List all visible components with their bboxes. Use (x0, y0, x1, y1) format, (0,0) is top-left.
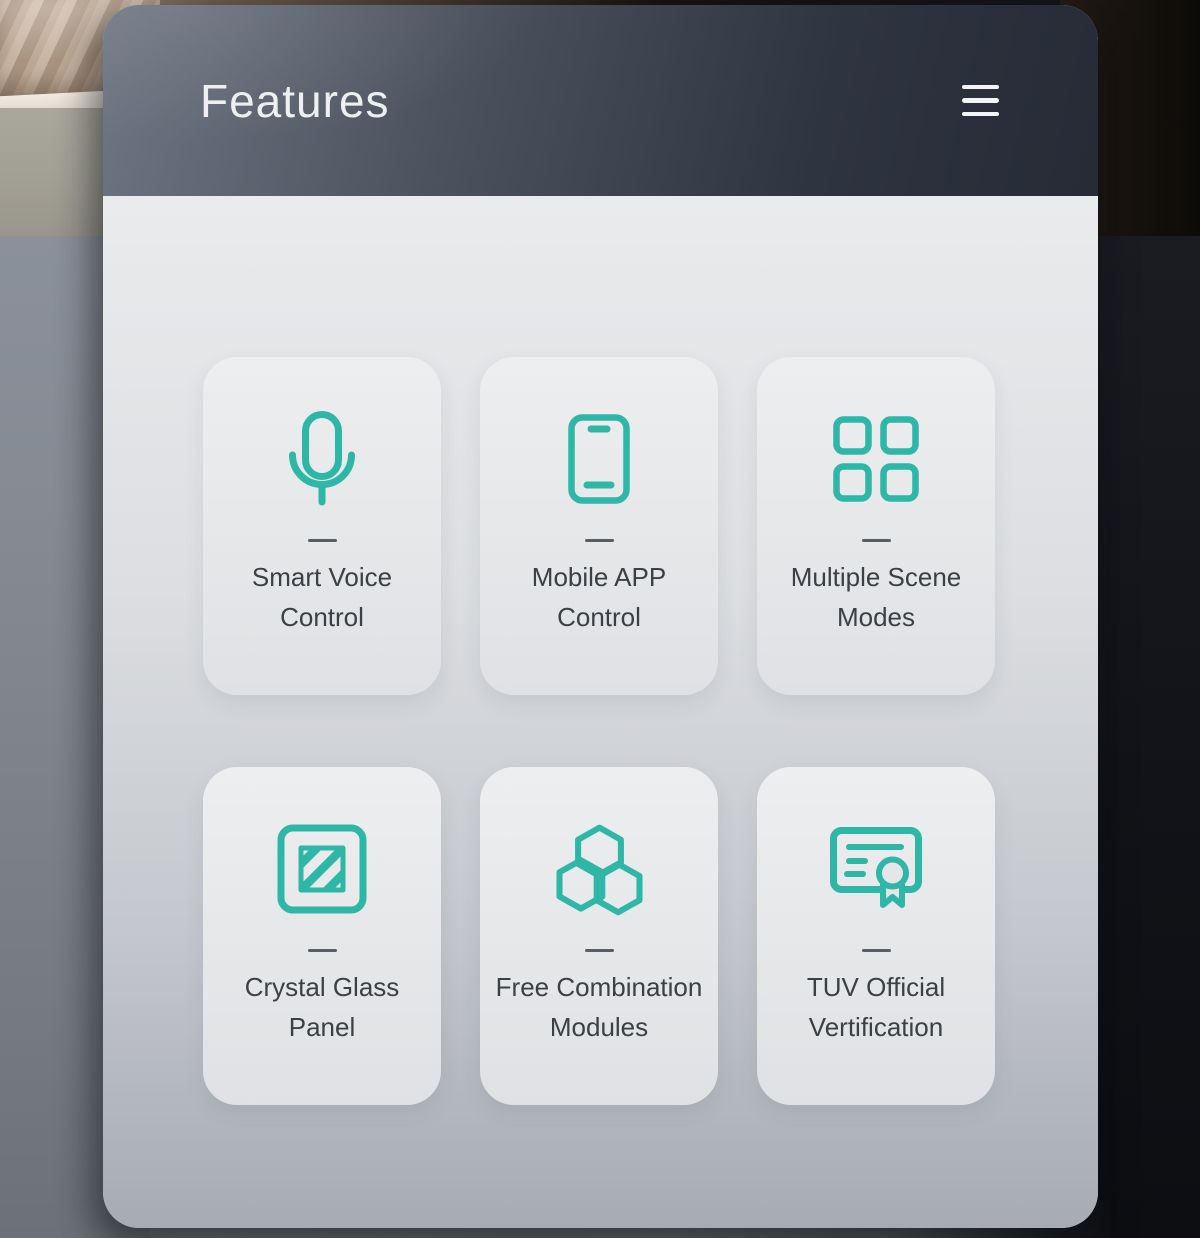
glass-panel-icon (277, 824, 367, 914)
panel-header: Features (103, 5, 1098, 196)
feature-card-multiple-scene-modes: Multiple Scene Modes (757, 357, 995, 695)
feature-label: Crystal Glass Panel (245, 967, 400, 1047)
feature-cards-grid: Smart Voice Control Mobile APP Control (203, 357, 996, 1105)
hamburger-menu-icon (962, 85, 999, 90)
feature-card-tuv-official-vertification: TUV Official Vertification (757, 767, 995, 1105)
feature-card-crystal-glass-panel: Crystal Glass Panel (203, 767, 441, 1105)
feature-label: Free Combination Modules (496, 967, 703, 1047)
certificate-icon (830, 827, 922, 911)
divider-dash (585, 539, 614, 542)
feature-card-smart-voice-control: Smart Voice Control (203, 357, 441, 695)
hexagon-modules-icon (553, 823, 646, 916)
feature-card-mobile-app-control: Mobile APP Control (480, 357, 718, 695)
grid-squares-icon (833, 416, 919, 502)
features-panel: Features Smart Voice (103, 5, 1098, 1228)
divider-dash (308, 539, 337, 542)
features-screen: Features Smart Voice (0, 0, 1200, 1238)
feature-card-free-combination-modules: Free Combination Modules (480, 767, 718, 1105)
divider-dash (862, 539, 891, 542)
feature-label: Mobile APP Control (532, 557, 666, 637)
divider-dash (308, 949, 337, 952)
feature-label: Multiple Scene Modes (791, 557, 962, 637)
menu-button[interactable] (962, 81, 999, 121)
feature-label: TUV Official Vertification (807, 967, 945, 1047)
page-title: Features (200, 74, 390, 128)
divider-dash (862, 949, 891, 952)
feature-label: Smart Voice Control (252, 557, 392, 637)
smartphone-icon (568, 414, 630, 504)
microphone-icon (288, 411, 356, 507)
divider-dash (585, 949, 614, 952)
